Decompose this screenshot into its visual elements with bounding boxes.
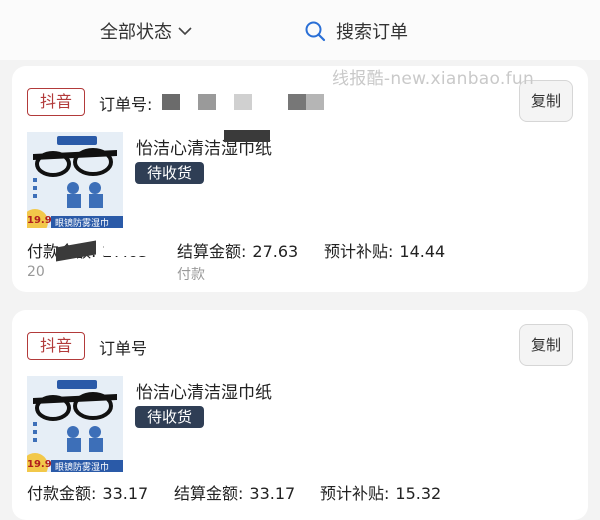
status-badge: 待收货: [135, 162, 205, 184]
thumbnail-banner: 眼镜防雾湿巾: [55, 463, 110, 472]
product-image: [27, 132, 123, 228]
subsidy-amount-label: 预计补贴:: [324, 242, 394, 261]
order-card: 抖音 订单号: 复制 19.9 眼镜防雾湿巾 怡洁心清洁湿巾纸 待收货 结算金额…: [12, 66, 588, 292]
settle-amount-value: 27.63: [252, 242, 299, 261]
payment-note-partial: 付款: [177, 267, 205, 283]
order-number-label: 订单号:: [99, 95, 153, 114]
pay-amount-label: 付款金额:: [27, 484, 97, 503]
order-card: 抖音 订单号 复制 19.9 眼镜防雾湿巾 怡洁心清洁湿巾纸 待收货 付款金额:…: [12, 310, 588, 520]
subsidy-amount: 预计补贴: 14.44: [324, 238, 445, 262]
search-placeholder: 搜索订单: [336, 22, 408, 43]
order-time-partial: 20: [27, 264, 45, 280]
chevron-down-icon: [178, 27, 192, 36]
status-badge: 待收货: [135, 406, 205, 428]
redaction-mark: [104, 238, 152, 256]
pay-amount: 付款金额: 33.17: [27, 480, 148, 504]
subsidy-amount-value: 15.32: [395, 484, 442, 503]
platform-tag: 抖音: [27, 88, 85, 116]
search-orders[interactable]: 搜索订单: [304, 17, 408, 45]
copy-button[interactable]: 复制: [519, 324, 573, 366]
settle-amount-value: 33.17: [249, 484, 296, 503]
status-filter-dropdown[interactable]: 全部状态: [100, 17, 192, 45]
subsidy-amount: 预计补贴: 15.32: [320, 480, 441, 504]
thumbnail-price: 19.9: [27, 215, 52, 226]
settle-amount-label: 结算金额:: [174, 484, 244, 503]
platform-tag: 抖音: [27, 332, 85, 360]
product-image: [27, 376, 123, 472]
thumbnail-price: 19.9: [27, 459, 52, 470]
pay-amount-value: 33.17: [102, 484, 149, 503]
settle-amount-label: 结算金额:: [177, 242, 247, 261]
top-bar: 全部状态 搜索订单: [0, 0, 600, 60]
subsidy-amount-label: 预计补贴:: [320, 484, 390, 503]
thumbnail-banner: 眼镜防雾湿巾: [55, 219, 110, 228]
order-number-label: 订单号: [99, 339, 148, 358]
settle-amount: 结算金额: 33.17: [174, 480, 295, 504]
settle-amount: 结算金额: 27.63: [177, 238, 298, 262]
product-thumbnail[interactable]: 19.9 眼镜防雾湿巾: [27, 132, 123, 228]
watermark-text: 线报酷-new.xianbao.fun: [332, 69, 535, 89]
status-filter-label: 全部状态: [100, 22, 172, 43]
redaction-mark: [224, 130, 270, 142]
product-title: 怡洁心清洁湿巾纸: [136, 383, 272, 403]
subsidy-amount-value: 14.44: [399, 242, 446, 261]
product-thumbnail[interactable]: 19.9 眼镜防雾湿巾: [27, 376, 123, 472]
search-icon: [305, 21, 326, 42]
